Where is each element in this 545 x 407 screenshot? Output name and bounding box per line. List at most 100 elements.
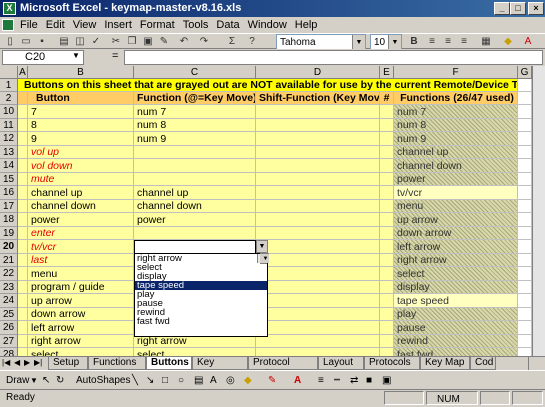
functions-cell[interactable]: select xyxy=(394,267,518,281)
functions-cell[interactable]: play xyxy=(394,308,518,321)
g-cell[interactable] xyxy=(518,213,532,227)
borders-icon[interactable]: ▦ xyxy=(478,34,494,49)
hash-cell[interactable] xyxy=(380,186,394,200)
a-cell[interactable] xyxy=(18,173,28,186)
shift-function-cell[interactable] xyxy=(256,186,380,200)
a-cell[interactable] xyxy=(18,132,28,146)
functions-cell[interactable]: menu xyxy=(394,200,518,213)
row-header[interactable]: 11 xyxy=(0,119,18,132)
functions-cell[interactable]: power xyxy=(394,173,518,186)
row-header[interactable]: 14 xyxy=(0,159,18,173)
button-cell[interactable]: power xyxy=(28,213,134,227)
button-cell[interactable]: 7 xyxy=(28,105,134,119)
scroll-down-icon[interactable]: ▼ xyxy=(260,253,269,263)
functions-cell[interactable]: num 8 xyxy=(394,119,518,132)
a-cell[interactable] xyxy=(18,335,28,348)
g-cell[interactable] xyxy=(518,308,532,321)
a-cell[interactable] xyxy=(18,213,28,227)
font-color-icon[interactable]: A xyxy=(520,34,536,49)
first-sheet-icon[interactable]: |◀ xyxy=(2,358,10,367)
help-icon[interactable]: ? xyxy=(244,34,260,49)
rectangle-icon[interactable]: □ xyxy=(162,371,168,390)
a-cell[interactable] xyxy=(18,240,28,254)
formula-input[interactable] xyxy=(124,50,543,65)
bold-icon[interactable]: B xyxy=(406,34,422,49)
functions-cell[interactable]: tv/vcr xyxy=(394,186,518,200)
a-cell[interactable] xyxy=(18,348,28,356)
hash-cell[interactable] xyxy=(380,267,394,281)
g-cell[interactable] xyxy=(518,105,532,119)
a-cell[interactable] xyxy=(18,227,28,240)
line-style-icon[interactable]: ≡ xyxy=(318,371,324,390)
shift-function-cell[interactable] xyxy=(256,200,380,213)
a-cell[interactable] xyxy=(18,186,28,200)
undo-icon[interactable]: ↶ xyxy=(176,34,192,49)
column-header-a[interactable]: A xyxy=(18,66,28,79)
new-icon[interactable]: ▯ xyxy=(2,34,18,49)
functions-cell[interactable]: num 9 xyxy=(394,132,518,146)
menu-file[interactable]: File xyxy=(16,17,42,33)
column-header-d[interactable]: D xyxy=(256,66,380,79)
minimize-button[interactable]: _ xyxy=(494,2,510,15)
hash-cell[interactable] xyxy=(380,132,394,146)
row-header[interactable]: 22 xyxy=(0,267,18,281)
shift-function-cell[interactable] xyxy=(256,267,380,281)
button-cell[interactable]: vol down xyxy=(28,159,134,173)
maximize-button[interactable]: □ xyxy=(510,2,526,15)
format-painter-icon[interactable]: ✎ xyxy=(156,34,172,49)
shift-function-cell[interactable] xyxy=(256,173,380,186)
button-cell[interactable]: up arrow xyxy=(28,294,134,308)
dropdown-option[interactable]: tape speed xyxy=(135,281,267,290)
copy-icon[interactable]: ❐ xyxy=(124,34,140,49)
g-cell[interactable] xyxy=(518,159,532,173)
chevron-down-icon[interactable]: ▼ xyxy=(30,371,38,390)
shift-function-cell[interactable] xyxy=(256,281,380,294)
tab-key-map[interactable]: Key Map xyxy=(420,357,470,370)
next-sheet-icon[interactable]: ▶ xyxy=(24,358,30,367)
function-cell[interactable]: num 7 xyxy=(134,105,256,119)
button-cell[interactable]: channel down xyxy=(28,200,134,213)
hash-cell[interactable] xyxy=(380,348,394,356)
row-header[interactable]: 15 xyxy=(0,173,18,186)
hash-cell[interactable] xyxy=(380,173,394,186)
font-color-icon[interactable]: A xyxy=(294,371,301,390)
g-cell[interactable] xyxy=(518,321,532,335)
chevron-down-icon[interactable]: ▼ xyxy=(388,35,401,50)
button-cell[interactable]: tv/vcr xyxy=(28,240,134,254)
button-cell[interactable]: 9 xyxy=(28,132,134,146)
row-header[interactable]: 1 xyxy=(0,79,18,92)
font-combo[interactable]: Tahoma ▼ xyxy=(276,34,366,50)
g-cell[interactable] xyxy=(518,173,532,186)
dropdown-scrollbar[interactable]: ▲▼ xyxy=(257,253,269,264)
functions-cell[interactable]: left arrow xyxy=(394,240,518,254)
a-cell[interactable] xyxy=(18,294,28,308)
dash-style-icon[interactable]: ┅ xyxy=(334,371,340,390)
worksheet-grid[interactable]: A B C D E F G 1 Buttons on this sheet that are g… xyxy=(0,66,545,356)
tab-setup[interactable]: Setup xyxy=(48,357,88,370)
function-cell[interactable] xyxy=(134,159,256,173)
functions-cell[interactable]: display xyxy=(394,281,518,294)
last-sheet-icon[interactable]: ▶| xyxy=(34,358,42,367)
row-header[interactable]: 2 xyxy=(0,92,18,105)
hash-cell[interactable] xyxy=(380,308,394,321)
button-cell[interactable]: channel up xyxy=(28,186,134,200)
g-cell[interactable] xyxy=(518,240,532,254)
g-cell[interactable] xyxy=(518,227,532,240)
hash-cell[interactable] xyxy=(380,159,394,173)
hash-cell[interactable] xyxy=(380,200,394,213)
row-header[interactable]: 21 xyxy=(0,254,18,267)
tab-key-moves[interactable]: Key Moves xyxy=(192,357,248,380)
row-header[interactable]: 23 xyxy=(0,281,18,294)
line-icon[interactable]: ╲ xyxy=(132,371,138,390)
shift-function-cell[interactable] xyxy=(256,105,380,119)
a-cell[interactable] xyxy=(18,267,28,281)
g-cell[interactable] xyxy=(518,335,532,348)
column-header-f[interactable]: F xyxy=(394,66,518,79)
row-header[interactable]: 27 xyxy=(0,335,18,348)
button-cell[interactable]: 8 xyxy=(28,119,134,132)
functions-cell[interactable]: rewind xyxy=(394,335,518,348)
tab-layout[interactable]: Layout xyxy=(318,357,364,370)
g-cell[interactable] xyxy=(518,348,532,356)
shadow-icon[interactable]: ■ xyxy=(366,371,372,390)
prev-sheet-icon[interactable]: ◀ xyxy=(14,358,20,367)
